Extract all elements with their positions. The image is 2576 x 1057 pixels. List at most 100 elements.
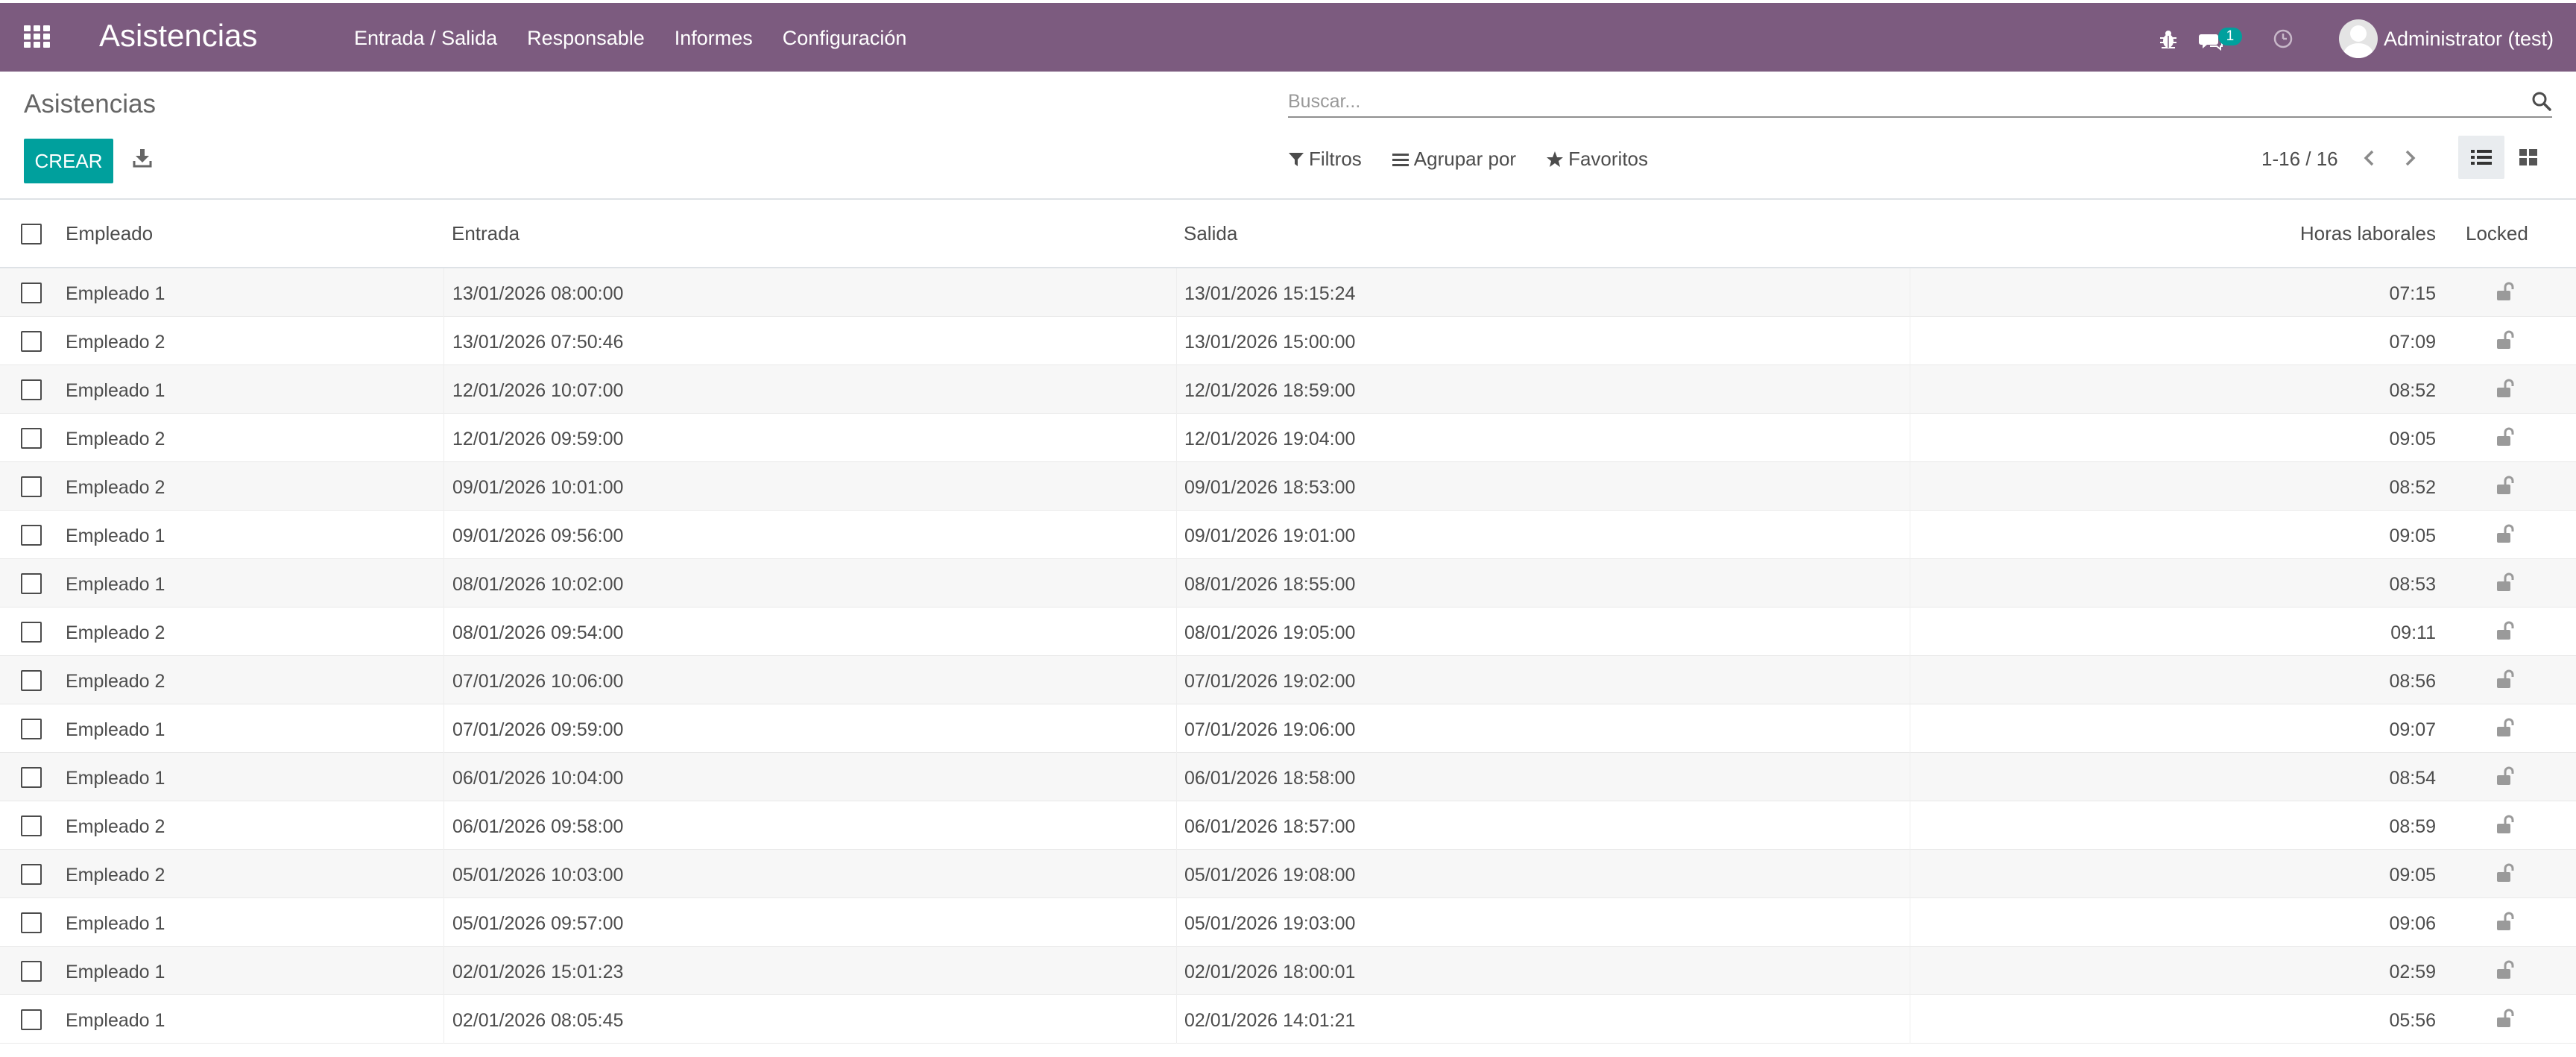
cell-employee: Empleado 2 — [66, 671, 165, 692]
column-employee[interactable]: Empleado — [66, 222, 153, 245]
row-checkbox[interactable] — [21, 622, 42, 643]
create-button[interactable]: CREAR — [24, 139, 113, 183]
select-all-checkbox[interactable] — [21, 224, 42, 244]
attendance-list: Empleado Entrada Salida Horas laborales … — [0, 200, 2576, 1044]
unlock-icon[interactable] — [2495, 1007, 2517, 1029]
unlock-icon[interactable] — [2495, 329, 2517, 351]
unlock-icon[interactable] — [2495, 668, 2517, 690]
kanban-view-button[interactable] — [2506, 136, 2551, 179]
table-body: Empleado 1 13/01/2026 08:00:00 13/01/2026 … — [0, 268, 2576, 1044]
menu-item-reports[interactable]: Informes — [675, 27, 753, 50]
table-row[interactable]: Empleado 2 06/01/2026 09:58:00 06/01/2026 … — [0, 801, 2576, 850]
row-checkbox[interactable] — [21, 476, 42, 497]
row-checkbox[interactable] — [21, 767, 42, 788]
unlock-icon[interactable] — [2495, 377, 2517, 400]
table-row[interactable]: Empleado 1 08/01/2026 10:02:00 08/01/2026 … — [0, 559, 2576, 608]
cell-employee: Empleado 2 — [66, 865, 165, 886]
column-worked-hours[interactable]: Horas laborales — [2300, 222, 2436, 245]
cell-worked-hours: 09:05 — [2389, 429, 2436, 449]
unlock-icon[interactable] — [2495, 959, 2517, 981]
apps-menu-icon[interactable] — [24, 25, 51, 49]
cell-check-out: 02/01/2026 18:00:01 — [1184, 962, 1356, 982]
table-row[interactable]: Empleado 2 08/01/2026 09:54:00 08/01/2026 … — [0, 608, 2576, 656]
search-icon[interactable] — [2531, 91, 2552, 112]
unlock-icon[interactable] — [2495, 862, 2517, 884]
table-row[interactable]: Empleado 2 09/01/2026 10:01:00 09/01/2026 … — [0, 462, 2576, 511]
column-locked[interactable]: Locked — [2466, 222, 2528, 245]
unlock-icon[interactable] — [2495, 280, 2517, 303]
row-checkbox[interactable] — [21, 815, 42, 836]
cell-employee: Empleado 1 — [66, 913, 165, 934]
unlock-icon[interactable] — [2495, 813, 2517, 836]
cell-check-out: 02/01/2026 14:01:21 — [1184, 1010, 1356, 1031]
cell-check-in: 09/01/2026 09:56:00 — [452, 526, 624, 546]
table-row[interactable]: Empleado 1 06/01/2026 10:04:00 06/01/2026 … — [0, 753, 2576, 801]
table-row[interactable]: Empleado 2 07/01/2026 10:06:00 07/01/2026 … — [0, 656, 2576, 704]
row-checkbox[interactable] — [21, 331, 42, 352]
user-avatar[interactable] — [2338, 19, 2378, 58]
cell-check-in: 08/01/2026 09:54:00 — [452, 622, 624, 643]
cell-check-in: 09/01/2026 10:01:00 — [452, 477, 624, 498]
favorites-button[interactable]: Favoritos — [1546, 148, 1648, 171]
table-row[interactable]: Empleado 2 13/01/2026 07:50:46 13/01/2026 … — [0, 317, 2576, 365]
unlock-icon[interactable] — [2495, 716, 2517, 739]
row-checkbox[interactable] — [21, 379, 42, 400]
cell-worked-hours: 09:05 — [2389, 865, 2436, 886]
cell-employee: Empleado 1 — [66, 768, 165, 789]
cell-check-in: 05/01/2026 10:03:00 — [452, 865, 624, 886]
column-check-in[interactable]: Entrada — [452, 222, 520, 245]
table-row[interactable]: Empleado 1 07/01/2026 09:59:00 07/01/2026 … — [0, 704, 2576, 753]
messaging-menu[interactable]: 1 — [2198, 24, 2242, 54]
menu-item-check-in-out[interactable]: Entrada / Salida — [354, 27, 497, 50]
row-checkbox[interactable] — [21, 283, 42, 303]
table-row[interactable]: Empleado 1 09/01/2026 09:56:00 09/01/2026 … — [0, 511, 2576, 559]
bug-icon[interactable] — [2157, 28, 2179, 50]
control-panel: Asistencias CREAR Filtros Agrupar por — [0, 72, 2576, 200]
table-row[interactable]: Empleado 2 05/01/2026 10:03:00 05/01/2026 … — [0, 850, 2576, 898]
group-by-label: Agrupar por — [1413, 148, 1517, 170]
unlock-icon[interactable] — [2495, 910, 2517, 933]
filters-button[interactable]: Filtros — [1288, 148, 1362, 171]
row-checkbox[interactable] — [21, 573, 42, 594]
menu-item-configuration[interactable]: Configuración — [783, 27, 907, 50]
row-checkbox[interactable] — [21, 961, 42, 982]
column-check-out[interactable]: Salida — [1184, 222, 1237, 245]
group-by-button[interactable]: Agrupar por — [1392, 148, 1516, 171]
cell-check-in: 06/01/2026 10:04:00 — [452, 768, 624, 789]
table-row[interactable]: Empleado 1 12/01/2026 10:07:00 12/01/2026 … — [0, 365, 2576, 414]
pager-value[interactable]: 1-16 / 16 — [2261, 148, 2338, 171]
unlock-icon[interactable] — [2495, 765, 2517, 787]
row-checkbox[interactable] — [21, 428, 42, 449]
row-checkbox[interactable] — [21, 1009, 42, 1030]
row-checkbox[interactable] — [21, 719, 42, 739]
unlock-icon[interactable] — [2495, 426, 2517, 448]
activity-clock-icon[interactable] — [2272, 28, 2294, 50]
list-view-button[interactable] — [2458, 136, 2504, 179]
app-title[interactable]: Asistencias — [99, 18, 257, 54]
unlock-icon[interactable] — [2495, 523, 2517, 545]
unlock-icon[interactable] — [2495, 571, 2517, 593]
table-row[interactable]: Empleado 1 05/01/2026 09:57:00 05/01/2026 … — [0, 898, 2576, 947]
cell-check-out: 12/01/2026 18:59:00 — [1184, 380, 1356, 401]
row-checkbox[interactable] — [21, 912, 42, 933]
breadcrumb: Asistencias — [24, 89, 157, 119]
download-icon[interactable] — [133, 148, 152, 168]
unlock-icon[interactable] — [2495, 474, 2517, 496]
chevron-right-icon[interactable] — [2400, 148, 2419, 168]
row-checkbox[interactable] — [21, 864, 42, 885]
user-menu[interactable]: Administrator (test) — [2384, 28, 2554, 51]
unlock-icon[interactable] — [2495, 619, 2517, 642]
table-row[interactable]: Empleado 1 02/01/2026 08:05:45 02/01/2026 … — [0, 995, 2576, 1044]
search-input[interactable] — [1288, 88, 2496, 115]
menu-item-manager[interactable]: Responsable — [527, 27, 645, 50]
cell-check-in: 12/01/2026 10:07:00 — [452, 380, 624, 401]
table-row[interactable]: Empleado 1 02/01/2026 15:01:23 02/01/2026 … — [0, 947, 2576, 995]
chevron-left-icon[interactable] — [2360, 148, 2379, 168]
search-bar — [1288, 85, 2552, 118]
cell-check-in: 13/01/2026 07:50:46 — [452, 332, 624, 353]
row-checkbox[interactable] — [21, 670, 42, 691]
table-row[interactable]: Empleado 2 12/01/2026 09:59:00 12/01/2026 … — [0, 414, 2576, 462]
row-checkbox[interactable] — [21, 525, 42, 546]
table-row[interactable]: Empleado 1 13/01/2026 08:00:00 13/01/2026 … — [0, 268, 2576, 317]
cell-worked-hours: 09:07 — [2389, 719, 2436, 740]
